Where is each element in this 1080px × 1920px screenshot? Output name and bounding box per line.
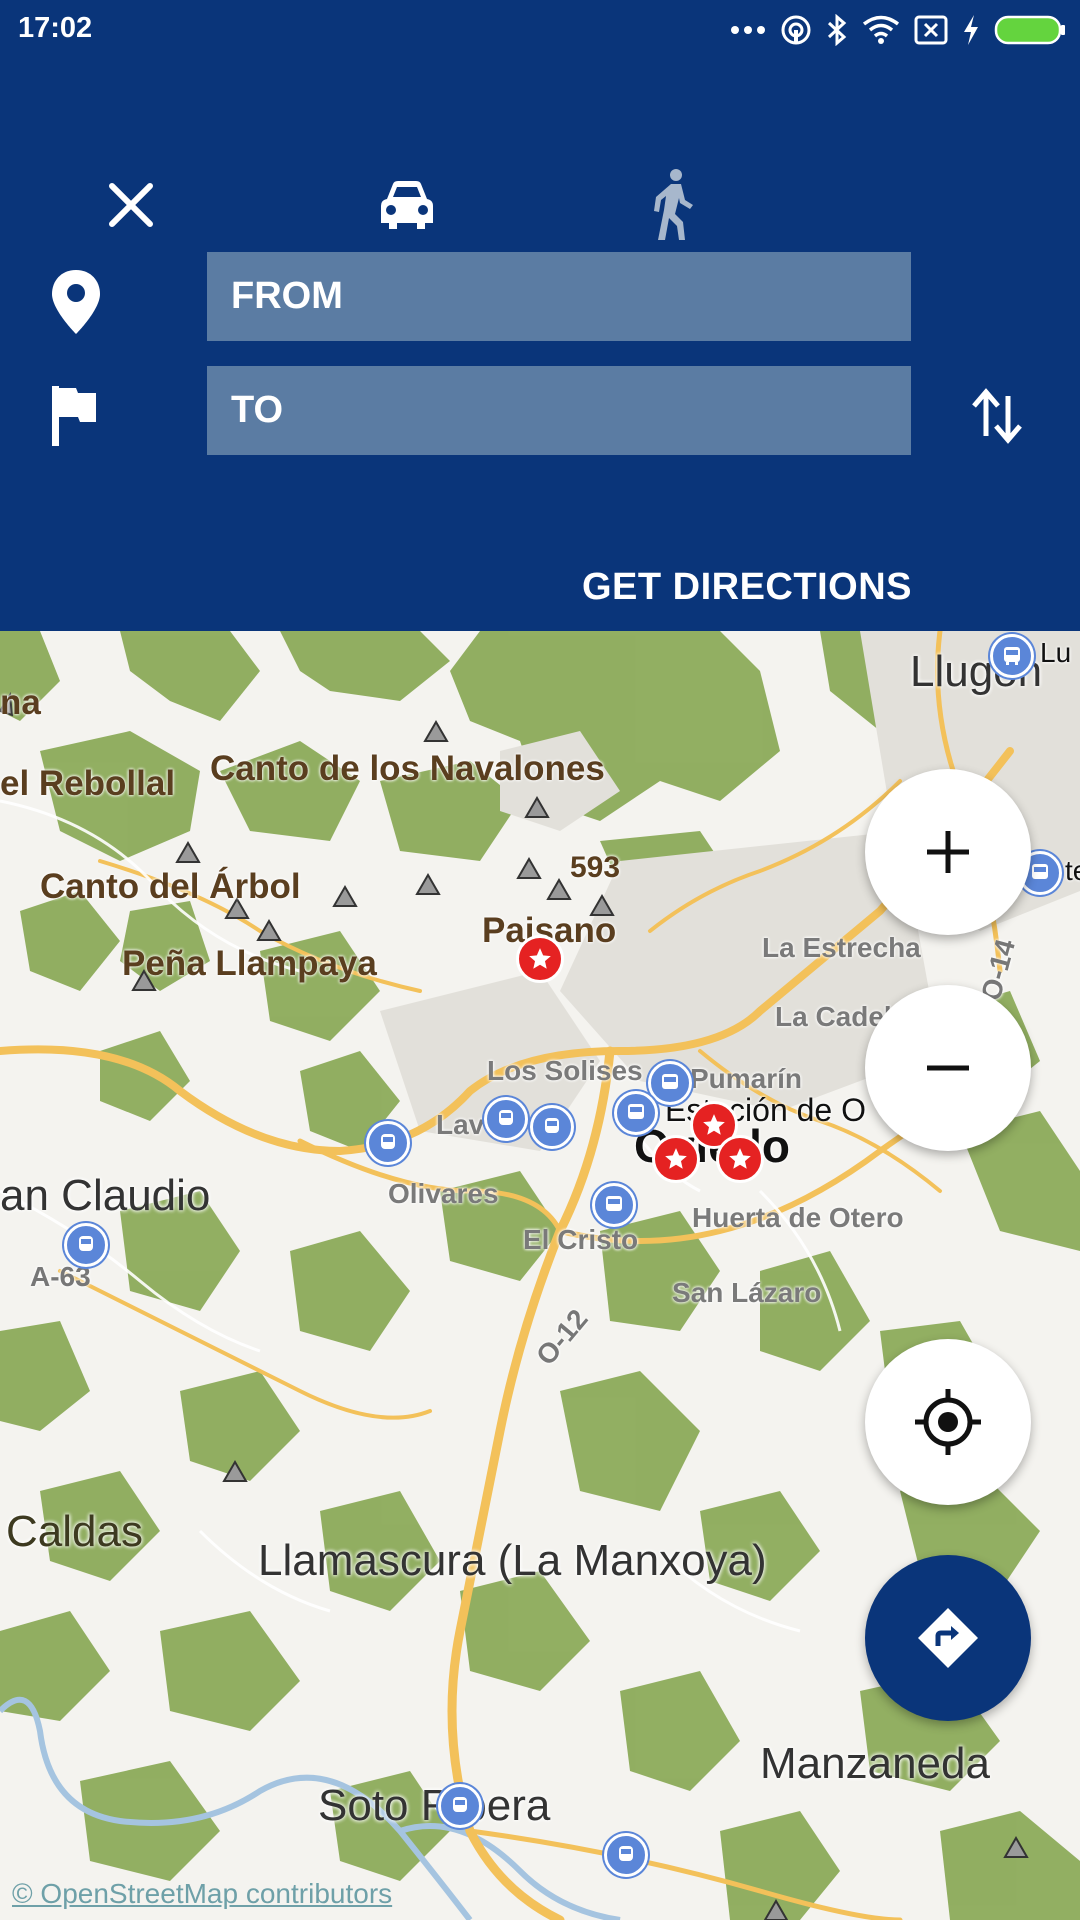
attraction-marker[interactable] [516, 935, 564, 983]
minus-icon [927, 1065, 969, 1071]
swap-icon[interactable] [968, 386, 1028, 446]
origin-pin-icon [52, 270, 100, 334]
map-label: Soto Ribera [318, 1781, 551, 1830]
plus-icon [927, 831, 969, 873]
directions-panel: FROM TO GET DIRECTIONS [0, 60, 1080, 631]
bus-icon [1032, 864, 1048, 879]
wifi-icon [862, 15, 900, 44]
star-icon [703, 1114, 725, 1135]
close-icon [109, 183, 153, 227]
train-station-marker[interactable] [366, 1121, 410, 1165]
car-mode-button[interactable] [362, 160, 452, 250]
charging-icon [964, 15, 978, 45]
train-icon [619, 1846, 633, 1861]
get-directions-button[interactable]: GET DIRECTIONS [582, 566, 912, 609]
bus-stop-marker[interactable] [990, 634, 1034, 678]
zoom-in-button[interactable] [865, 769, 1031, 935]
more-icon [731, 26, 765, 34]
train-station-marker[interactable] [64, 1223, 108, 1267]
map-label: an Claudio [0, 1171, 211, 1220]
map-label: El Cristo [523, 1224, 639, 1255]
map-label: La Estrecha [762, 932, 921, 963]
map-label: na [0, 683, 41, 722]
train-icon [545, 1118, 559, 1133]
bus-icon [662, 1074, 678, 1089]
bus-stop-marker[interactable] [614, 1091, 658, 1135]
map-label: Llamascura (La Manxoya) [258, 1536, 767, 1585]
train-icon [499, 1110, 513, 1125]
status-bar: 17:02 [0, 0, 1080, 60]
my-location-button[interactable] [865, 1339, 1031, 1505]
train-icon [381, 1134, 395, 1149]
bus-icon [1004, 647, 1020, 665]
train-station-marker[interactable] [530, 1105, 574, 1149]
from-placeholder: FROM [231, 275, 343, 317]
bus-icon [606, 1196, 622, 1211]
map-label: Caldas [6, 1507, 143, 1556]
star-icon [665, 1148, 687, 1169]
directions-icon [918, 1608, 978, 1668]
hotspot-icon [781, 15, 811, 45]
bus-stop-marker[interactable] [648, 1061, 692, 1105]
to-placeholder: TO [231, 389, 284, 431]
zoom-out-button[interactable] [865, 985, 1031, 1151]
star-icon [529, 948, 551, 969]
car-icon [381, 181, 433, 229]
close-button[interactable] [86, 160, 176, 250]
attribution-link[interactable]: © OpenStreetMap contributors [12, 1878, 392, 1910]
attraction-marker[interactable] [716, 1135, 764, 1183]
map-label: Los Solises [487, 1055, 643, 1086]
directions-button[interactable] [865, 1555, 1031, 1721]
destination-flag-icon [52, 386, 96, 446]
map-label: Manzaneda [760, 1739, 990, 1788]
status-time: 17:02 [18, 12, 93, 44]
map-label: Lav [436, 1109, 485, 1140]
map-label: Canto de los Navalones [210, 749, 605, 788]
map-label: Canto del Árbol [40, 867, 301, 906]
walk-mode-button[interactable] [628, 160, 718, 250]
bus-stop-marker[interactable] [592, 1183, 636, 1227]
bus-icon [628, 1104, 644, 1119]
from-field[interactable]: FROM [207, 252, 911, 341]
map-label: el Rebollal [0, 764, 176, 803]
train-station-marker[interactable] [604, 1833, 648, 1877]
map-view[interactable]: na el Rebollal Canto de los Navalones Ca… [0, 631, 1080, 1920]
to-field[interactable]: TO [207, 366, 911, 455]
map-label: Huerta de Otero [692, 1202, 904, 1233]
train-icon [79, 1236, 93, 1251]
map-label: San Lázaro [672, 1277, 822, 1308]
map-label: te [1065, 855, 1080, 886]
map-label: Pumarín [690, 1063, 803, 1094]
no-sim-icon [914, 15, 948, 45]
map-label: Olivares [388, 1178, 499, 1209]
map-label: Peña Llampaya [122, 944, 377, 983]
map-label: 593 [570, 851, 621, 884]
battery-icon [994, 15, 1065, 45]
map-label: Lu [1040, 637, 1072, 668]
bluetooth-icon [827, 14, 847, 46]
attraction-marker[interactable] [652, 1135, 700, 1183]
status-icons [730, 10, 1066, 50]
train-icon [453, 1797, 467, 1812]
train-station-marker[interactable] [484, 1097, 528, 1141]
locate-icon [915, 1389, 981, 1455]
walk-icon [654, 169, 693, 240]
train-station-marker[interactable] [438, 1784, 482, 1828]
star-icon [729, 1148, 751, 1169]
